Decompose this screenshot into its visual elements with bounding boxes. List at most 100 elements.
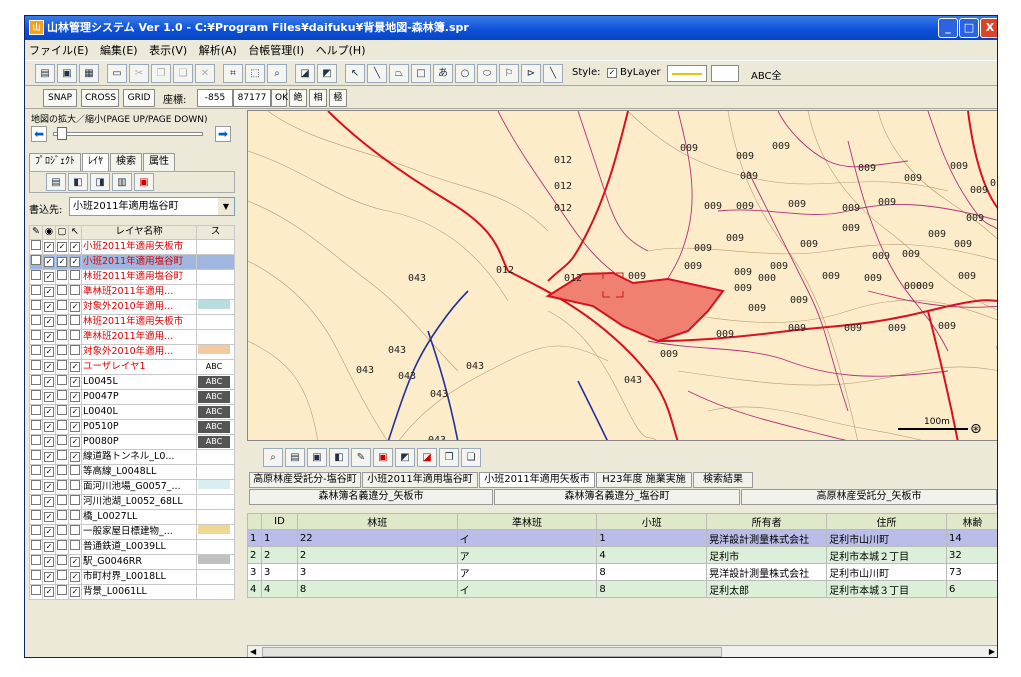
layer-row[interactable]: ✓ ✓ ユーザレイヤ1 ABC (29, 358, 235, 375)
flag-tool-icon[interactable]: ⚐ (499, 64, 519, 83)
circle-tool-icon[interactable]: ○ (455, 64, 475, 83)
layer-edit-checkbox[interactable] (31, 525, 41, 535)
layer-lock-checkbox[interactable] (57, 585, 67, 595)
absolute-button[interactable]: 絶 (289, 89, 307, 107)
layer-name[interactable]: ユーザレイヤ1 (81, 358, 197, 375)
tab-meigi-yaita[interactable]: 森林簿名義違分_矢板市 (249, 489, 493, 505)
layer-lock-checkbox[interactable] (57, 465, 67, 475)
table-cell[interactable]: イ (456, 529, 598, 547)
layer-select-checkbox[interactable] (70, 540, 80, 550)
layer-row[interactable]: ✓ 対象外2010年適用... (29, 343, 235, 360)
polar-button[interactable]: 極 (329, 89, 347, 107)
table-cell[interactable]: 4 (260, 580, 298, 598)
layer-edit-checkbox[interactable] (31, 555, 41, 565)
layer-row[interactable]: ✓ ✓ 駅_G0046RR (29, 553, 235, 570)
layer-style[interactable]: ABC (196, 433, 235, 450)
layer-select-checkbox[interactable] (70, 270, 80, 280)
dimension-tool-icon[interactable]: ╲ (543, 64, 563, 83)
layer-row[interactable]: ✓ ✓ 背景_L0061LL (29, 583, 235, 600)
layer-row[interactable]: ✓ ✓ L0040L ABC (29, 403, 235, 420)
layer-edit-checkbox[interactable] (31, 300, 41, 310)
layer-select-checkbox[interactable]: ✓ (70, 451, 80, 462)
tab-meigi-shioya[interactable]: 森林簿名義違分_塩谷町 (494, 489, 740, 505)
copy-icon[interactable]: ❐ (151, 64, 171, 83)
layer-style[interactable] (196, 448, 235, 465)
layer-style[interactable] (196, 478, 235, 495)
layer-style[interactable] (196, 268, 235, 285)
grid-button[interactable]: GRID (123, 89, 155, 107)
layer-visible-checkbox[interactable]: ✓ (44, 466, 54, 477)
line-tool-icon[interactable]: ╲ (367, 64, 387, 83)
layer-edit-checkbox[interactable] (31, 315, 41, 325)
layer-delete-icon[interactable]: ▣ (134, 173, 154, 191)
layer-select-checkbox[interactable] (70, 330, 80, 340)
layer-style[interactable] (196, 328, 235, 345)
layer-visible-checkbox[interactable]: ✓ (44, 241, 54, 252)
minimize-button[interactable]: _ (938, 18, 958, 38)
table-cell[interactable]: 3 (247, 563, 262, 581)
tab-search[interactable]: 検索 (110, 153, 142, 171)
layer-props-icon[interactable]: ▥ (112, 173, 132, 191)
write-target-select[interactable]: 小班2011年適用塩谷町 ▼ (69, 197, 235, 216)
layer-lock-checkbox[interactable] (57, 360, 67, 370)
menu-help[interactable]: ヘルプ(H) (312, 41, 370, 60)
tab-project[interactable]: ﾌﾟﾛｼﾞｪｸﾄ (29, 153, 81, 171)
layer-row[interactable]: ✓ 等高線_L0048LL (29, 463, 235, 480)
layer-edit-checkbox[interactable] (31, 540, 41, 550)
layer-select-checkbox[interactable] (70, 480, 80, 490)
close-button[interactable]: X (980, 18, 997, 38)
table-cell[interactable]: 73 (946, 563, 997, 581)
menu-file[interactable]: ファイル(E) (25, 41, 93, 60)
table-cell[interactable]: 6 (946, 580, 997, 598)
layer-lock-checkbox[interactable] (57, 510, 67, 520)
scroll-left-icon[interactable]: ◀ (250, 647, 256, 656)
coord-x-field[interactable]: -855 (197, 89, 233, 107)
layer-visible-checkbox[interactable]: ✓ (44, 346, 54, 357)
layer-row[interactable]: ✓ ✓ 市町村界_L0018LL (29, 568, 235, 585)
layer-name[interactable]: P0047P (81, 388, 197, 405)
zoom-slider[interactable] (53, 132, 203, 136)
polygon-tool-icon[interactable]: ⏢ (389, 64, 409, 83)
attr-clear-icon[interactable]: ◪ (417, 448, 437, 467)
layer-name[interactable]: 等高線_L0048LL (81, 463, 197, 480)
layer-edit-checkbox[interactable] (31, 495, 41, 505)
layer-lock-checkbox[interactable] (57, 270, 67, 280)
layer-name[interactable]: 普通鉄道_L0039LL (81, 538, 197, 555)
layer-new-icon[interactable]: ▤ (46, 173, 66, 191)
layer-name[interactable]: 林班2011年適用矢板市 (81, 313, 197, 330)
layer-row[interactable]: ✓ 橋_L0027LL (29, 508, 235, 525)
layer-visible-checkbox[interactable]: ✓ (44, 286, 54, 297)
layer-row[interactable]: ✓ ✓ ✓ 小班2011年適用矢板市 (29, 238, 235, 255)
layer-edit-checkbox[interactable] (31, 240, 41, 250)
layer-lock-checkbox[interactable] (57, 555, 67, 565)
layer-lock-checkbox[interactable] (57, 390, 67, 400)
save-icon[interactable]: ▦ (79, 64, 99, 83)
layer-visible-checkbox[interactable]: ✓ (44, 331, 54, 342)
layer-visible-checkbox[interactable]: ✓ (44, 571, 54, 582)
layer-style[interactable] (196, 493, 235, 510)
layer-name[interactable]: 駅_G0046RR (81, 553, 197, 570)
zoom-slider-thumb[interactable] (57, 127, 67, 140)
layer-style[interactable] (196, 553, 235, 570)
layer-row[interactable]: ✓ ✓ 線道路トンネル_L0... (29, 448, 235, 465)
layer-add-icon[interactable]: ◧ (68, 173, 88, 191)
layer-style[interactable] (196, 253, 235, 270)
table-cell[interactable]: 32 (946, 546, 997, 564)
layer-copy-icon[interactable]: ◪ (295, 64, 315, 83)
layer-style[interactable] (196, 313, 235, 330)
column-header[interactable]: ID (260, 513, 298, 530)
layer-lock-checkbox[interactable] (57, 450, 67, 460)
layer-visible-checkbox[interactable]: ✓ (44, 316, 54, 327)
layer-name[interactable]: P0510P (81, 418, 197, 435)
layer-visible-checkbox[interactable]: ✓ (44, 361, 54, 372)
layer-select-checkbox[interactable]: ✓ (70, 586, 80, 597)
leader-tool-icon[interactable]: ⊳ (521, 64, 541, 83)
tab-search-results[interactable]: 検索結果 (693, 472, 753, 488)
new-icon[interactable]: ▤ (35, 64, 55, 83)
layer-edit-checkbox[interactable] (31, 420, 41, 430)
zoom-window-icon[interactable]: ⬚ (245, 64, 265, 83)
layer-name[interactable]: L0040L (81, 403, 197, 420)
layer-style[interactable]: ABC (196, 388, 235, 405)
table-cell[interactable]: 8 (596, 580, 708, 598)
column-header[interactable]: 所有者 (706, 513, 828, 530)
